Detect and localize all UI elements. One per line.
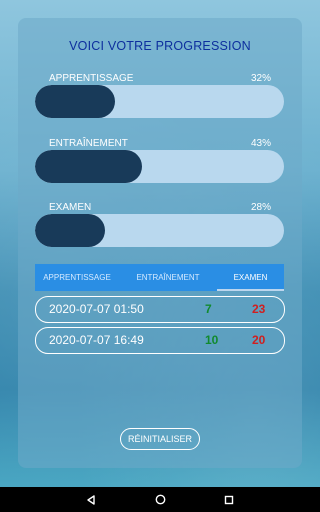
stat-percent-examen: 28%	[250, 202, 271, 213]
active-tab-indicator	[217, 289, 284, 291]
result-correct-count: 10	[205, 333, 219, 347]
progress-panel: VOICI VOTRE PROGRESSION APPRENTISSAGE 32…	[18, 18, 302, 468]
recents-icon[interactable]	[209, 487, 249, 512]
stat-percent-entrainement: 43%	[250, 138, 271, 149]
result-row[interactable]: 2020-07-07 01:50 7 23	[35, 296, 285, 323]
result-row[interactable]: 2020-07-07 16:49 10 20	[35, 327, 285, 354]
system-nav-bar	[0, 487, 320, 512]
tab-examen[interactable]: EXAMEN	[217, 264, 284, 291]
progress-bar-apprentissage	[35, 85, 284, 118]
tab-entrainement[interactable]: ENTRAÎNEMENT	[119, 264, 217, 291]
tab-bar: APPRENTISSAGE ENTRAÎNEMENT EXAMEN	[35, 264, 284, 291]
stat-label-examen: EXAMEN	[49, 202, 92, 213]
result-wrong-count: 23	[252, 302, 266, 316]
result-wrong-count: 20	[252, 333, 266, 347]
progress-bar-examen	[35, 214, 284, 247]
stat-percent-apprentissage: 32%	[250, 73, 271, 84]
progress-fill-entrainement	[35, 150, 143, 183]
result-correct-count: 7	[205, 302, 212, 316]
progress-bar-entrainement	[35, 150, 284, 183]
stat-label-entrainement: ENTRAÎNEMENT	[49, 138, 128, 149]
reset-button[interactable]: RÉINITIALISER	[120, 428, 200, 450]
back-icon[interactable]	[71, 487, 111, 512]
stat-label-apprentissage: APPRENTISSAGE	[49, 73, 134, 84]
progress-fill-apprentissage	[35, 85, 115, 118]
home-icon[interactable]	[140, 487, 180, 512]
result-date: 2020-07-07 01:50	[49, 302, 144, 316]
progress-fill-examen	[35, 214, 105, 247]
page-title: VOICI VOTRE PROGRESSION	[69, 39, 251, 53]
tab-apprentissage[interactable]: APPRENTISSAGE	[35, 264, 119, 291]
result-date: 2020-07-07 16:49	[49, 333, 144, 347]
